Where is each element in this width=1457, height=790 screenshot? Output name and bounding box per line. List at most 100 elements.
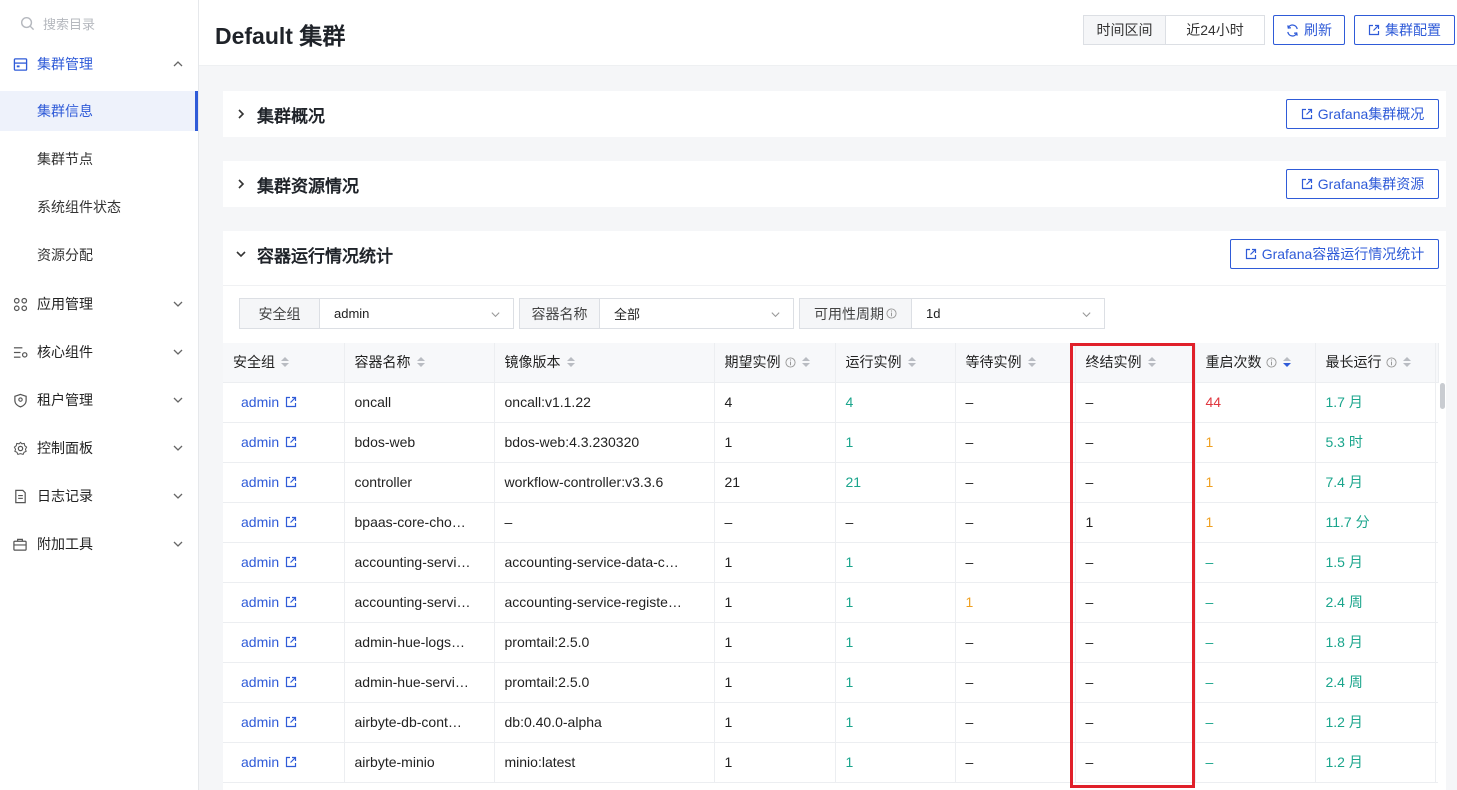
cell-security-group[interactable]: admin xyxy=(223,702,345,743)
cell-longest-running: 5.3 时 xyxy=(1315,422,1436,463)
security-group-link[interactable]: admin xyxy=(241,434,279,450)
external-link-icon xyxy=(286,556,297,568)
cell-security-group[interactable]: admin xyxy=(223,382,345,423)
panel-header[interactable]: 集群资源情况 xyxy=(223,161,1446,207)
column-title: 镜像版本 xyxy=(504,354,561,371)
availability-period-select[interactable]: 1d xyxy=(912,299,1104,328)
cell-security-group[interactable]: admin xyxy=(223,422,345,463)
column-header-restart-count[interactable]: 重启次数 xyxy=(1195,343,1316,383)
sidebar-group-tenant[interactable]: 租户管理 xyxy=(0,376,198,424)
column-header-terminated-instances[interactable]: 终结实例 xyxy=(1075,343,1196,383)
column-header-waiting-instances[interactable]: 等待实例 xyxy=(955,343,1076,383)
cell-security-group[interactable]: admin xyxy=(223,582,345,623)
security-group-link[interactable]: admin xyxy=(241,514,279,530)
sidebar-group-log[interactable]: 日志记录 xyxy=(0,472,198,520)
sort-icon[interactable] xyxy=(801,357,810,368)
security-group-link[interactable]: admin xyxy=(241,714,279,730)
security-group-link[interactable]: admin xyxy=(241,674,279,690)
security-group-link[interactable]: admin xyxy=(241,594,279,610)
sort-icon[interactable] xyxy=(907,357,916,368)
cell-desired-instances: 1 xyxy=(714,702,836,743)
sidebar-group-cluster[interactable]: 集群管理 xyxy=(0,40,198,88)
table-scrollbar[interactable] xyxy=(1438,383,1446,790)
external-link-icon xyxy=(286,676,297,688)
cell-security-group[interactable]: admin xyxy=(223,622,345,663)
cell-security-group[interactable]: admin xyxy=(223,542,345,583)
time-range-picker[interactable]: 时间区间 近24小时 xyxy=(1083,15,1265,45)
sort-icon[interactable] xyxy=(1147,357,1156,368)
sidebar-item-label: 集群节点 xyxy=(37,151,93,167)
cell-waiting-instances: – xyxy=(955,422,1076,463)
security-group-link[interactable]: admin xyxy=(241,634,279,650)
scrollbar-thumb[interactable] xyxy=(1440,383,1445,409)
grafana-container-stats-button[interactable]: Grafana容器运行情况统计 xyxy=(1230,239,1439,269)
cluster-config-button[interactable]: 集群配置 xyxy=(1354,15,1455,45)
sidebar-group-label: 应用管理 xyxy=(37,296,93,312)
refresh-button[interactable]: 刷新 xyxy=(1273,15,1345,45)
security-group-link[interactable]: admin xyxy=(241,554,279,570)
column-header-security-group[interactable]: 安全组 xyxy=(223,343,345,383)
column-header-truncated[interactable]: 词 xyxy=(1435,343,1439,383)
filter-security-group[interactable]: 安全组 admin xyxy=(239,298,514,329)
sidebar-group-tools[interactable]: 附加工具 xyxy=(0,520,198,568)
security-group-link[interactable]: admin xyxy=(241,754,279,770)
external-link-icon xyxy=(1301,178,1312,190)
chevron-down-icon xyxy=(771,312,780,318)
grafana-resources-button[interactable]: Grafana集群资源 xyxy=(1286,169,1439,199)
sort-icon[interactable] xyxy=(281,357,289,368)
cell-image-version: db:0.40.0-alpha xyxy=(494,702,715,743)
cell-running-instances: – xyxy=(835,502,956,543)
security-group-link[interactable]: admin xyxy=(241,394,279,410)
column-header-container-name[interactable]: 容器名称 xyxy=(344,343,495,383)
cell-restart-count: 1 xyxy=(1195,462,1316,503)
chevron-down-icon xyxy=(491,312,500,318)
sort-icon[interactable] xyxy=(416,357,425,368)
sidebar-group-apps[interactable]: 应用管理 xyxy=(0,280,198,328)
filter-bar: 安全组 admin 容器名称 全部 可用性周期 1d xyxy=(239,298,1110,330)
cell-security-group[interactable]: admin xyxy=(223,742,345,783)
cell-waiting-instances: – xyxy=(955,662,1076,703)
cell-security-group[interactable]: admin xyxy=(223,662,345,703)
security-group-link[interactable]: admin xyxy=(241,474,279,490)
grafana-overview-button[interactable]: Grafana集群概况 xyxy=(1286,99,1439,129)
cell-longest-running: 7.4 月 xyxy=(1315,462,1436,503)
refresh-label: 刷新 xyxy=(1304,22,1332,38)
sidebar-group-core[interactable]: 核心组件 xyxy=(0,328,198,376)
container-name-select[interactable]: 全部 xyxy=(600,299,793,328)
column-header-running-instances[interactable]: 运行实例 xyxy=(835,343,956,383)
sidebar-search[interactable]: 搜索目录 xyxy=(20,12,95,34)
column-header-image-version[interactable]: 镜像版本 xyxy=(494,343,715,383)
column-header-desired-instances[interactable]: 期望实例 xyxy=(714,343,836,383)
cell-running-instances: 1 xyxy=(835,542,956,583)
sort-icon[interactable] xyxy=(1027,357,1036,368)
components-icon xyxy=(12,344,28,360)
cell-image-version: oncall:v1.1.22 xyxy=(494,382,715,423)
sidebar-item-resource-allocation[interactable]: 资源分配 xyxy=(0,235,198,275)
sidebar-item-system-components[interactable]: 系统组件状态 xyxy=(0,187,198,227)
sort-icon[interactable] xyxy=(1402,357,1411,368)
cell-container-name: bpaas-core-cho… xyxy=(344,502,495,543)
cell-terminated-instances: – xyxy=(1075,462,1196,503)
cell-waiting-instances: – xyxy=(955,502,1076,543)
sidebar-item-cluster-info[interactable]: 集群信息 xyxy=(0,91,198,131)
cell-desired-instances: 21 xyxy=(714,462,836,503)
column-title: 容器名称 xyxy=(354,354,411,371)
cell-image-version: bdos-web:4.3.230320 xyxy=(494,422,715,463)
panel-header[interactable]: 集群概况 xyxy=(223,91,1446,137)
filter-availability-period[interactable]: 可用性周期 1d xyxy=(799,298,1105,329)
sort-icon[interactable] xyxy=(566,357,575,368)
filter-container-name[interactable]: 容器名称 全部 xyxy=(519,298,794,329)
cell-desired-instances: – xyxy=(714,502,836,543)
sort-icon[interactable] xyxy=(1282,357,1291,368)
time-range-value[interactable]: 近24小时 xyxy=(1166,16,1264,44)
sidebar-group-control[interactable]: 控制面板 xyxy=(0,424,198,472)
table-row: admin admin-hue-servi… promtail:2.5.0 1 1– – –… xyxy=(223,662,1439,703)
cell-security-group[interactable]: admin xyxy=(223,502,345,543)
cell-longest-running: 1.8 月 xyxy=(1315,622,1436,663)
cell-security-group[interactable]: admin xyxy=(223,462,345,503)
cell-waiting-instances: – xyxy=(955,622,1076,663)
sidebar-item-cluster-nodes[interactable]: 集群节点 xyxy=(0,139,198,179)
column-header-longest-running[interactable]: 最长运行 xyxy=(1315,343,1436,383)
external-link-icon xyxy=(286,756,297,768)
security-group-select[interactable]: admin xyxy=(320,299,513,328)
